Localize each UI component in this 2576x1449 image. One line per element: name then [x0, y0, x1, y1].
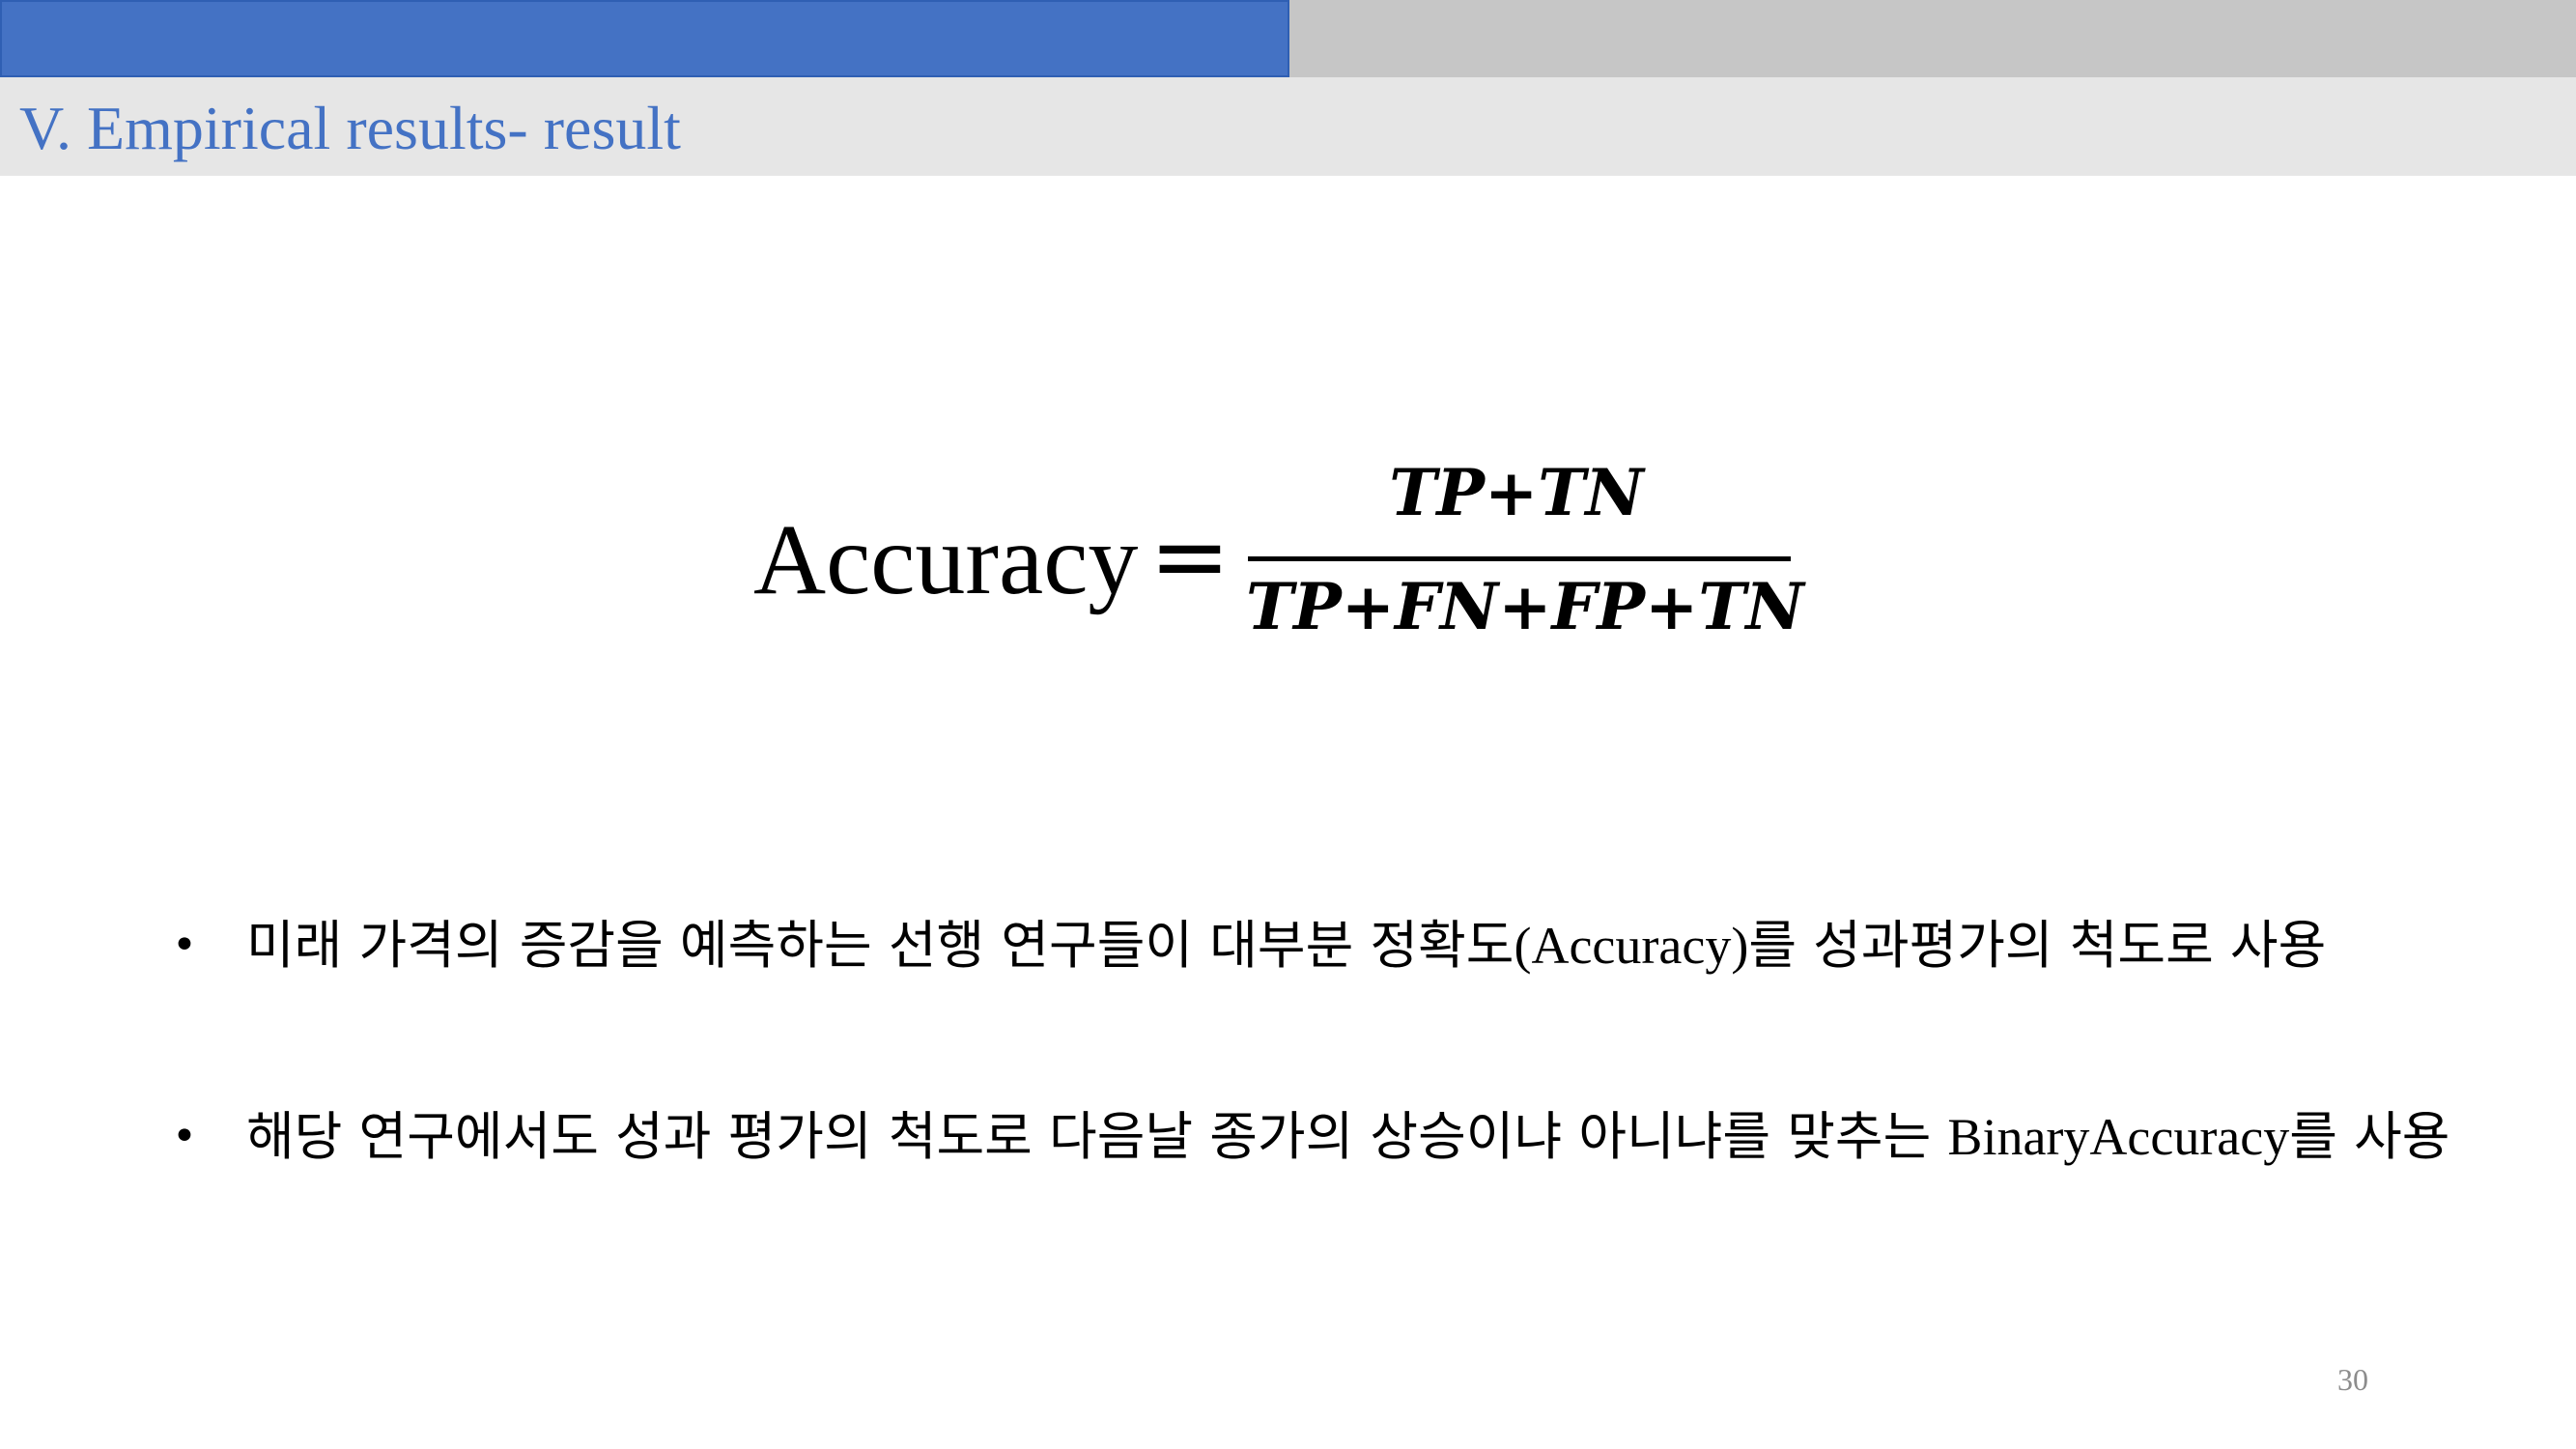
bullet-item-2: • 해당 연구에서도 성과 평가의 척도로 다음날 종가의 상승이냐 아니냐를 … [164, 1090, 2521, 1184]
slide-title: V. Empirical results- result [19, 94, 681, 162]
bullet-marker: • [172, 1112, 197, 1161]
bullet-marker: • [172, 921, 197, 970]
bullet-item-1: • 미래 가격의 증감을 예측하는 선행 연구들이 대부분 정확도(Accura… [164, 898, 2521, 993]
formula-numerator: TP+TN [1389, 455, 1644, 530]
accuracy-formula: Accuracy = TP+TN TP+FN+FP+TN [753, 454, 1816, 667]
bullet-text-ko-end: 를 사용 [2289, 1106, 2450, 1167]
formula-denominator: TP+FN+FP+TN [1246, 569, 1804, 644]
page-number: 30 [2337, 1362, 2368, 1397]
slide: V. Empirical results- result Accuracy = … [0, 0, 2576, 1449]
header-gray-bar [1289, 0, 2576, 77]
header-accent-bar [0, 0, 1289, 77]
fraction-bar [1248, 556, 1791, 561]
formula-lhs: Accuracy [753, 504, 1139, 615]
bullet-text-ko: 해당 연구에서도 성과 평가의 척도로 다음날 종가의 상승이냐 아니냐를 맞추… [246, 1106, 1948, 1167]
bullet-list: • 미래 가격의 증감을 예측하는 선행 연구들이 대부분 정확도(Accura… [164, 898, 2521, 1184]
bullet-text-en: BinaryAccuracy [1947, 1108, 2290, 1166]
bullet-text-ko-end: 를 성과평가의 척도로 사용 [1748, 915, 2327, 976]
bullet-text-en: (Accuracy) [1514, 917, 1749, 975]
formula-equals: = [1149, 499, 1231, 612]
bullet-text-ko: 미래 가격의 증감을 예측하는 선행 연구들이 대부분 정확도 [246, 915, 1514, 976]
